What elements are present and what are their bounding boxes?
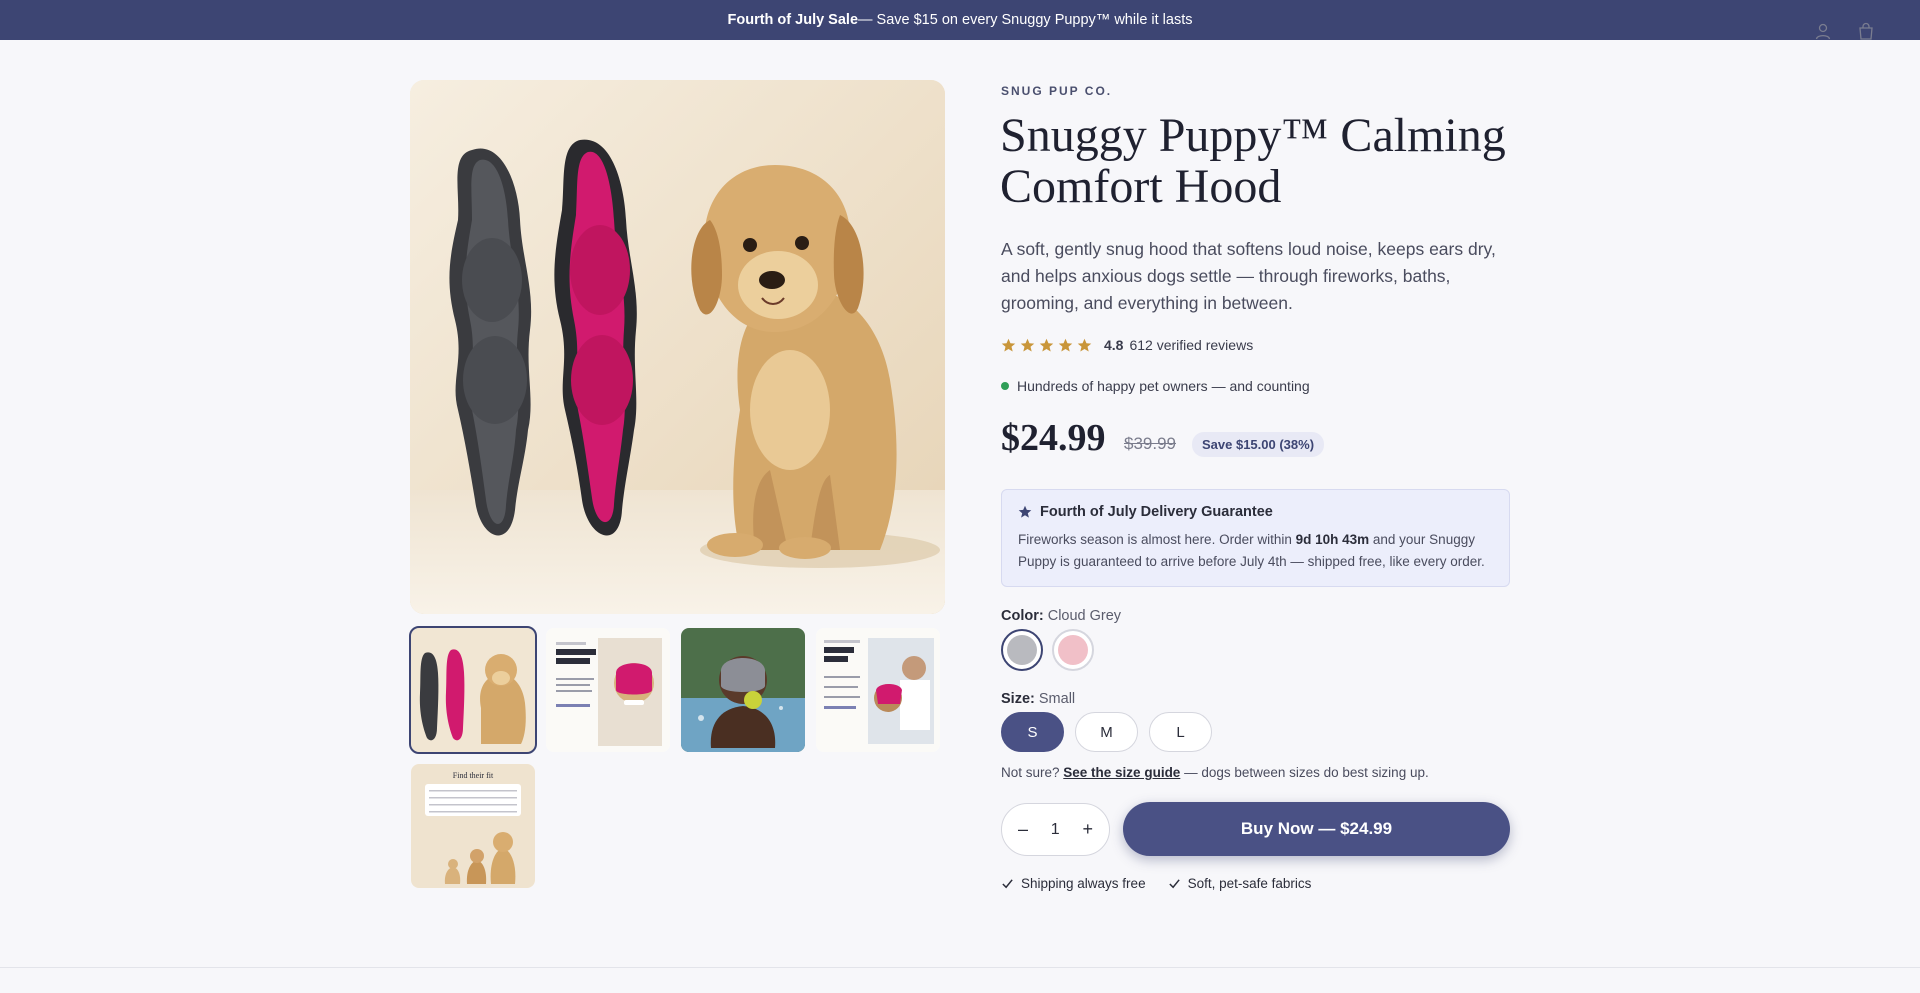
thumbnail-3[interactable]: [681, 628, 805, 752]
perk-text: Shipping always free: [1021, 876, 1146, 891]
check-icon: [1168, 879, 1180, 889]
size-note-post: — dogs between sizes do best sizing up.: [1180, 765, 1429, 780]
size-guide-link[interactable]: See the size guide: [1063, 765, 1180, 780]
star-icon: [1058, 338, 1073, 351]
quantity-stepper: – 1 +: [1001, 803, 1110, 856]
thumbnail-image: [816, 628, 940, 752]
quantity-value[interactable]: 1: [1051, 821, 1060, 839]
thumbnail-image: [411, 628, 535, 752]
rating-score: 4.8: [1104, 337, 1124, 353]
color-swatch-pink[interactable]: [1052, 629, 1094, 671]
quantity-increase-button[interactable]: +: [1082, 819, 1093, 840]
star-icon: [1018, 505, 1032, 518]
countdown-timer: 9d 10h 43m: [1295, 532, 1370, 547]
star-icon: [1039, 338, 1054, 351]
guarantee-body: Fireworks season is almost here. Order w…: [1018, 529, 1493, 573]
size-value: Small: [1038, 691, 1076, 707]
product-main-image[interactable]: [410, 80, 945, 614]
size-label-row: Size: Small: [1001, 691, 1075, 707]
product-description: A soft, gently snug hood that softens lo…: [1001, 239, 1496, 313]
thumbnail-4[interactable]: [816, 628, 940, 752]
announcement-bold: Fourth of July Sale: [727, 12, 859, 28]
check-icon: [1002, 879, 1013, 889]
perk-item: Soft, pet-safe fabrics: [1168, 876, 1312, 891]
rating-summary[interactable]: 4.8 612 verified reviews: [1001, 337, 1253, 353]
star-icon: [1001, 338, 1016, 351]
guarantee-body-pre: Fireworks season is almost here. Order w…: [1018, 532, 1296, 547]
compare-price: $39.99: [1124, 434, 1176, 453]
size-label: Size:: [1001, 691, 1035, 707]
color-swatch-cloud-grey[interactable]: [1001, 629, 1043, 671]
color-label: Color:: [1001, 608, 1044, 624]
social-proof-text: Hundreds of happy pet owners — and count…: [1017, 378, 1310, 394]
color-label-row: Color: Cloud Grey: [1001, 608, 1121, 624]
thumbnail-5[interactable]: Find their fit: [411, 764, 535, 888]
cart-icon[interactable]: [1857, 22, 1875, 40]
account-icon[interactable]: [1814, 22, 1832, 40]
size-note: Not sure? See the size guide — dogs betw…: [1001, 765, 1429, 780]
star-icon: [1020, 338, 1035, 351]
social-proof: Hundreds of happy pet owners — and count…: [1001, 378, 1310, 394]
perk-text: Soft, pet-safe fabrics: [1187, 876, 1312, 891]
thumbnail-image: [681, 628, 805, 752]
thumbnail-image: Find their fit: [411, 764, 535, 888]
announcement-text: — Save $15 on every Snuggy Puppy™ while …: [858, 12, 1193, 28]
size-button-l[interactable]: L: [1149, 712, 1212, 752]
guarantee-title: Fourth of July Delivery Guarantee: [1040, 504, 1273, 520]
guarantee-title-row: Fourth of July Delivery Guarantee: [1018, 504, 1493, 520]
brand-name: SNUG PUP CO.: [1001, 84, 1113, 98]
swatch-fill: [1058, 635, 1088, 665]
size-note-pre: Not sure?: [1001, 765, 1064, 780]
product-title: Snuggy Puppy™ Calming Comfort Hood: [1000, 109, 1506, 213]
thumbnail-image: [546, 628, 670, 752]
delivery-guarantee-box: Fourth of July Delivery Guarantee Firewo…: [1001, 489, 1510, 587]
star-rating: [1001, 338, 1092, 353]
swatch-fill: [1007, 635, 1037, 665]
save-badge: Save $15.00 (38%): [1192, 432, 1325, 457]
announcement-bar: Fourth of July Sale — Save $15 on every …: [0, 0, 1920, 40]
color-value: Cloud Grey: [1047, 608, 1122, 624]
size-button-s[interactable]: S: [1001, 712, 1064, 752]
buy-now-button[interactable]: Buy Now — $24.99: [1123, 802, 1510, 856]
perks-list: Shipping always free Soft, pet-safe fabr…: [1001, 876, 1311, 891]
status-dot-icon: [1001, 382, 1009, 390]
review-count: 612 verified reviews: [1129, 337, 1254, 353]
star-icon: [1077, 338, 1092, 351]
thumbnail-2[interactable]: [546, 628, 670, 752]
thumbnail-1[interactable]: [409, 626, 537, 754]
section-divider: [0, 967, 1920, 968]
price: $24.99: [1001, 417, 1106, 459]
thumbnail-5-title: Find their fit: [453, 771, 494, 780]
size-button-m[interactable]: M: [1075, 712, 1138, 752]
perk-item: Shipping always free: [1001, 876, 1146, 891]
quantity-decrease-button[interactable]: –: [1018, 819, 1028, 840]
